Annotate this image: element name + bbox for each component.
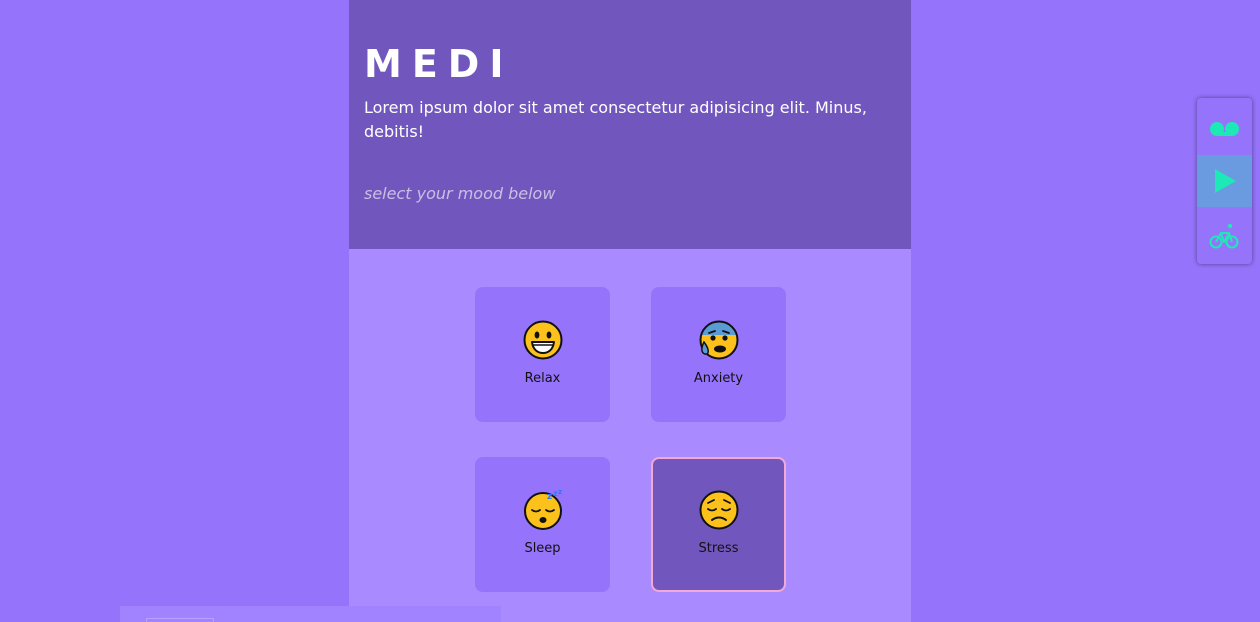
play-button[interactable] <box>1197 155 1252 207</box>
mood-card-anxiety[interactable]: Anxiety <box>651 287 786 422</box>
overlay-divider <box>146 618 214 622</box>
bicycle-icon <box>1209 223 1239 249</box>
play-icon <box>1215 169 1236 193</box>
grinning-face-icon <box>523 320 562 360</box>
anxious-face-with-sweat-icon <box>699 320 738 360</box>
header: MEDI Lorem ipsum dolor sit amet consecte… <box>349 0 911 249</box>
bicycle-button[interactable] <box>1197 211 1252 263</box>
mood-label-sleep: Sleep <box>524 541 561 556</box>
mood-card-relax[interactable]: Relax <box>475 287 610 422</box>
voicemail-icon <box>1210 122 1239 136</box>
brand-title: MEDI <box>364 42 514 86</box>
side-panel <box>1197 98 1252 264</box>
mood-prompt: select your mood below <box>364 184 556 203</box>
svg-text:z: z <box>547 492 552 502</box>
mood-card-sleep[interactable]: z z z Sleep <box>475 457 610 592</box>
mood-label-anxiety: Anxiety <box>693 371 744 386</box>
bottom-overlay <box>120 606 501 622</box>
mood-label-stress: Stress <box>698 541 739 556</box>
voicemail-button[interactable] <box>1197 101 1252 153</box>
intro-text: Lorem ipsum dolor sit amet consectetur a… <box>364 98 867 141</box>
app-container: MEDI Lorem ipsum dolor sit amet consecte… <box>349 0 911 622</box>
pensive-face-icon <box>699 490 738 530</box>
mood-label-relax: Relax <box>524 371 561 386</box>
mood-card-stress[interactable]: Stress <box>651 457 786 592</box>
sleeping-face-icon: z z z <box>523 490 562 530</box>
svg-text:z: z <box>558 490 562 496</box>
